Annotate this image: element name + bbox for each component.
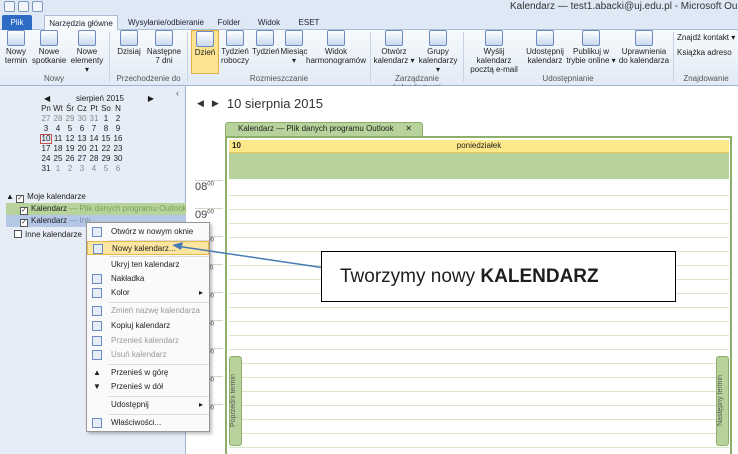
annotation-arrow — [172, 242, 326, 269]
arrow-line — [175, 245, 326, 269]
annotation-callout: Tworzymy nowy KALENDARZ — [321, 251, 676, 302]
arrow-head — [172, 242, 183, 250]
